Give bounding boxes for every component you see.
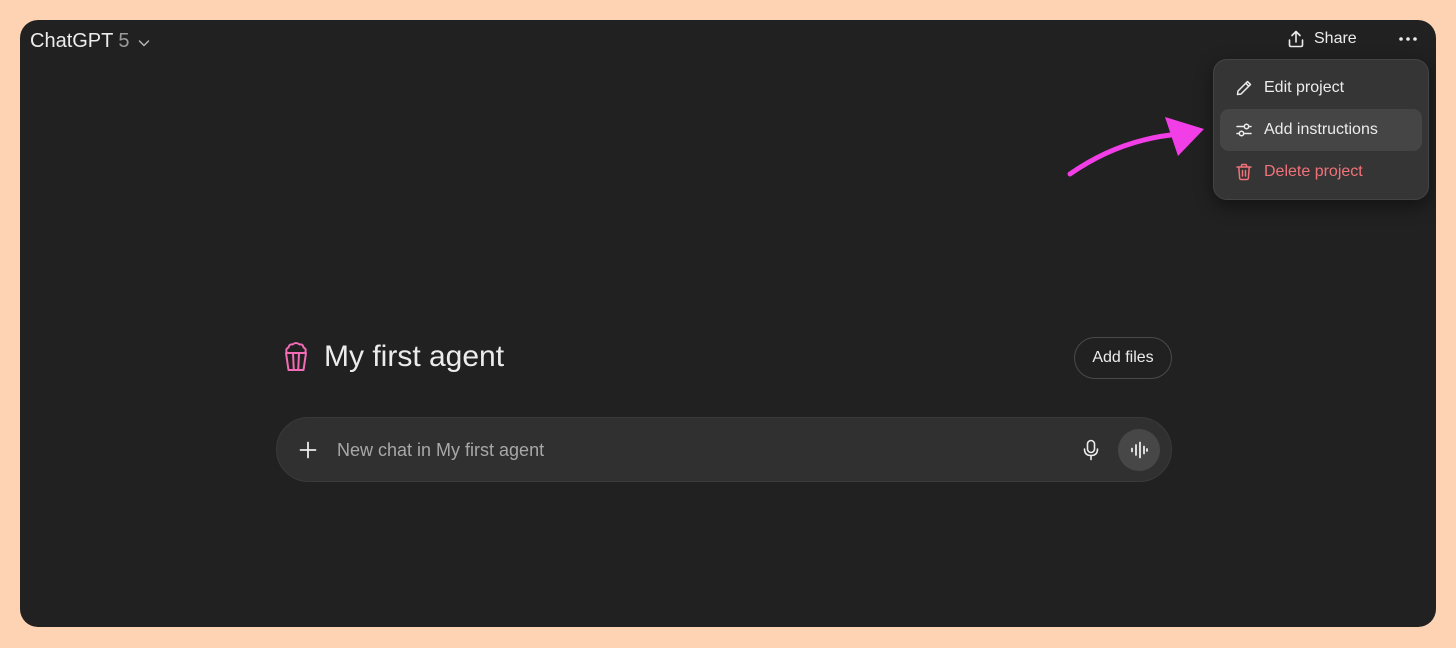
menu-item-label: Edit project — [1264, 79, 1345, 96]
more-horizontal-icon — [1399, 37, 1417, 41]
menu-item-delete-project[interactable]: Delete project — [1220, 151, 1422, 193]
menu-item-add-instructions[interactable]: Add instructions — [1220, 109, 1422, 151]
share-label: Share — [1314, 30, 1357, 47]
model-name: ChatGPT — [30, 30, 114, 52]
chat-composer — [276, 417, 1172, 482]
annotation-arrow-icon — [1067, 117, 1204, 177]
voice-mode-button[interactable] — [1118, 429, 1160, 471]
share-button[interactable]: Share — [1286, 26, 1357, 52]
trash-icon — [1236, 163, 1252, 181]
add-files-button[interactable]: Add files — [1074, 337, 1172, 379]
microphone-icon — [1083, 439, 1099, 461]
pencil-icon — [1236, 80, 1252, 96]
chat-input[interactable] — [337, 436, 1057, 464]
more-options-button[interactable] — [1394, 28, 1422, 50]
chevron-down-icon — [139, 39, 150, 46]
project-header: My first agent — [282, 340, 504, 374]
popcorn-icon — [285, 342, 307, 371]
project-title: My first agent — [324, 340, 505, 373]
app-window: ChatGPT 5 Share Edit project Add instruc… — [20, 20, 1436, 627]
model-version: 5 — [118, 30, 130, 52]
voice-waveform-icon — [1131, 441, 1148, 459]
attach-button[interactable] — [295, 437, 321, 463]
plus-icon — [299, 441, 317, 459]
menu-item-edit-project[interactable]: Edit project — [1220, 67, 1422, 109]
project-options-menu: Edit project Add instructions Delete pro… — [1213, 59, 1429, 200]
menu-item-label: Add instructions — [1264, 121, 1378, 138]
dictate-button[interactable] — [1079, 438, 1103, 462]
sliders-icon — [1236, 123, 1252, 137]
share-icon — [1288, 30, 1304, 48]
menu-item-label: Delete project — [1264, 163, 1363, 180]
model-selector[interactable]: ChatGPT 5 — [30, 28, 151, 55]
